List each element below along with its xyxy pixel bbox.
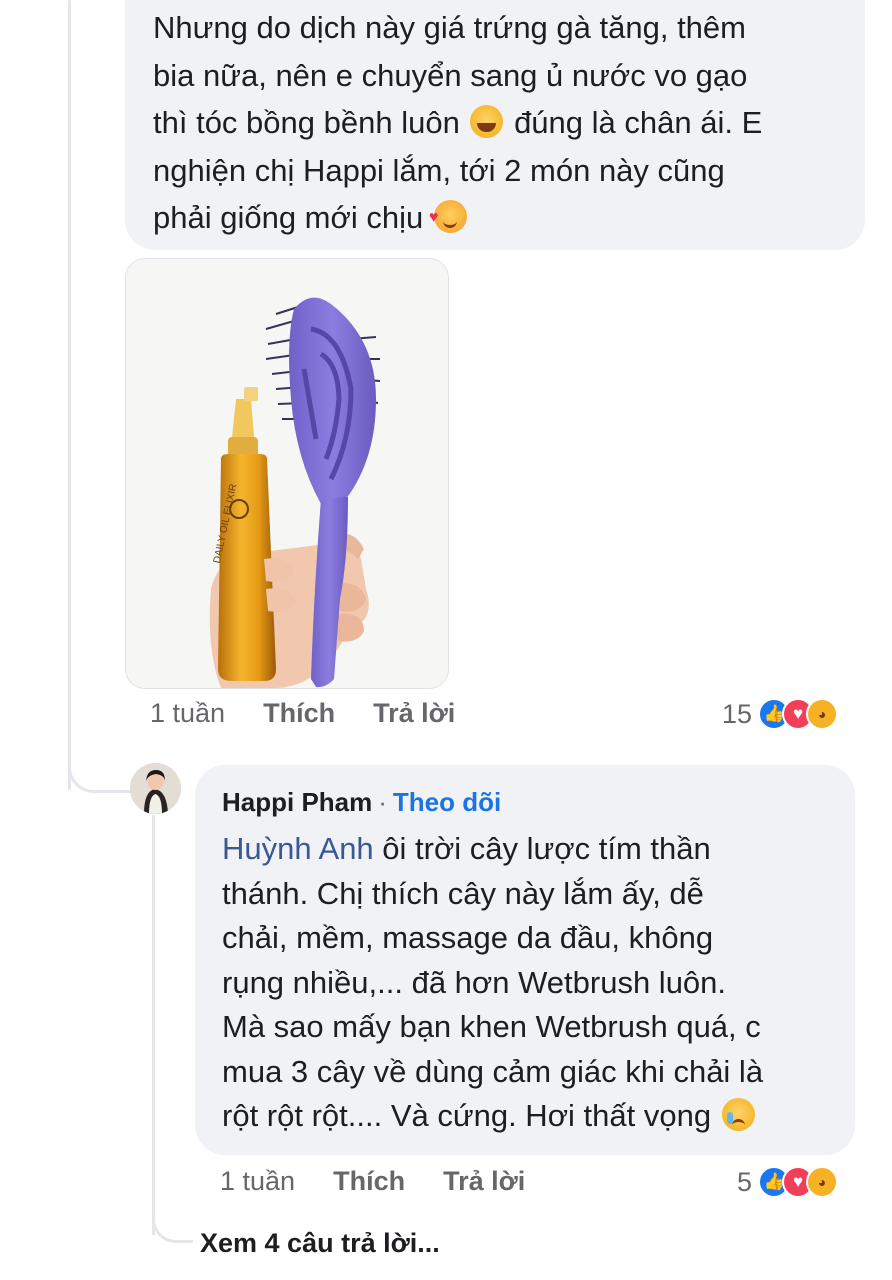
reply-text: Huỳnh Anh ôi trời cây lược tím thần thánh… bbox=[222, 827, 837, 1139]
reply-text-line: Mà sao mấy bạn khen Wetbrush quá, c bbox=[222, 1009, 761, 1044]
smiling-face-with-hearts-icon bbox=[429, 194, 467, 242]
reaction-summary[interactable]: 15 👍 ♥ ◕ bbox=[722, 698, 839, 730]
reaction-count: 5 bbox=[737, 1166, 753, 1197]
comment-text-line: Nhưng do dịch này giá trứng gà tăng, thê… bbox=[153, 10, 746, 45]
reply-text-line: chải, mềm, massage da đầu, không bbox=[222, 920, 714, 955]
haha-icon: ◕ bbox=[806, 698, 839, 730]
comment-timestamp[interactable]: 1 tuần bbox=[150, 698, 225, 729]
comment-text-line: thì tóc bồng bềnh luôn bbox=[153, 105, 460, 140]
reply-button[interactable]: Trả lời bbox=[373, 698, 455, 729]
avatar-image bbox=[130, 763, 181, 814]
reaction-summary[interactable]: 5 👍 ♥ ◕ bbox=[737, 1166, 839, 1198]
haha-icon: ◕ bbox=[806, 1166, 839, 1198]
reply-meta: 1 tuần Thích Trả lời bbox=[220, 1166, 563, 1197]
comment-text-line: bia nữa, nên e chuyển sang ủ nước vo gạo bbox=[153, 57, 748, 93]
like-button[interactable]: Thích bbox=[263, 698, 335, 729]
reply-text-line: rột rột rột.... Và cứng. Hơi thất vọng bbox=[222, 1098, 712, 1133]
reply-text-line: thánh. Chị thích cây này lắm ấy, dễ bbox=[222, 875, 704, 911]
reply-text-line: mua 3 cây về dùng cảm giác khi chải là bbox=[222, 1053, 764, 1089]
separator-dot: · bbox=[378, 787, 387, 817]
reply-connector-line bbox=[152, 815, 155, 1235]
reaction-count: 15 bbox=[722, 698, 753, 729]
comment-text-line: nghiện chị Happi lắm, tới 2 món này cũng bbox=[153, 152, 725, 188]
comment-bubble: Nhưng do dịch này giá trứng gà tăng, thê… bbox=[125, 0, 865, 250]
reply-text-line: ôi trời cây lược tím thần bbox=[373, 831, 711, 866]
laughing-face-icon bbox=[470, 105, 504, 138]
reply-button[interactable]: Trả lời bbox=[443, 1166, 525, 1197]
reply-connector-curve bbox=[152, 1195, 193, 1243]
crying-face-icon bbox=[721, 1098, 755, 1131]
mention-link[interactable]: Huỳnh Anh bbox=[222, 831, 374, 866]
reply-bubble: Happi Pham · Theo dõi Huỳnh Anh ôi trời câ… bbox=[195, 765, 855, 1155]
thread-connector-curve bbox=[68, 745, 133, 793]
view-more-replies-link[interactable]: Xem 4 câu trả lời... bbox=[200, 1228, 440, 1259]
reply-header: Happi Pham · Theo dõi bbox=[222, 787, 501, 818]
comment-text: Nhưng do dịch này giá trứng gà tăng, thê… bbox=[153, 4, 845, 242]
thread-connector-line bbox=[68, 0, 71, 790]
author-name[interactable]: Happi Pham bbox=[222, 787, 372, 817]
avatar[interactable] bbox=[130, 763, 181, 814]
follow-button[interactable]: Theo dõi bbox=[393, 787, 501, 817]
comment-text-line: đúng là chân ái. E bbox=[514, 105, 763, 140]
reply-text-line: rụng nhiều,... đã hơn Wetbrush luôn. bbox=[222, 964, 727, 1000]
comment-text-line: phải giống mới chịu bbox=[153, 200, 424, 235]
comment-meta: 1 tuần Thích Trả lời bbox=[150, 698, 493, 729]
like-button[interactable]: Thích bbox=[333, 1166, 405, 1197]
brush-and-oil-photo: DAILY OIL ELIXIR bbox=[126, 259, 448, 688]
comment-photo[interactable]: DAILY OIL ELIXIR bbox=[125, 258, 449, 689]
reply-timestamp[interactable]: 1 tuần bbox=[220, 1166, 295, 1197]
